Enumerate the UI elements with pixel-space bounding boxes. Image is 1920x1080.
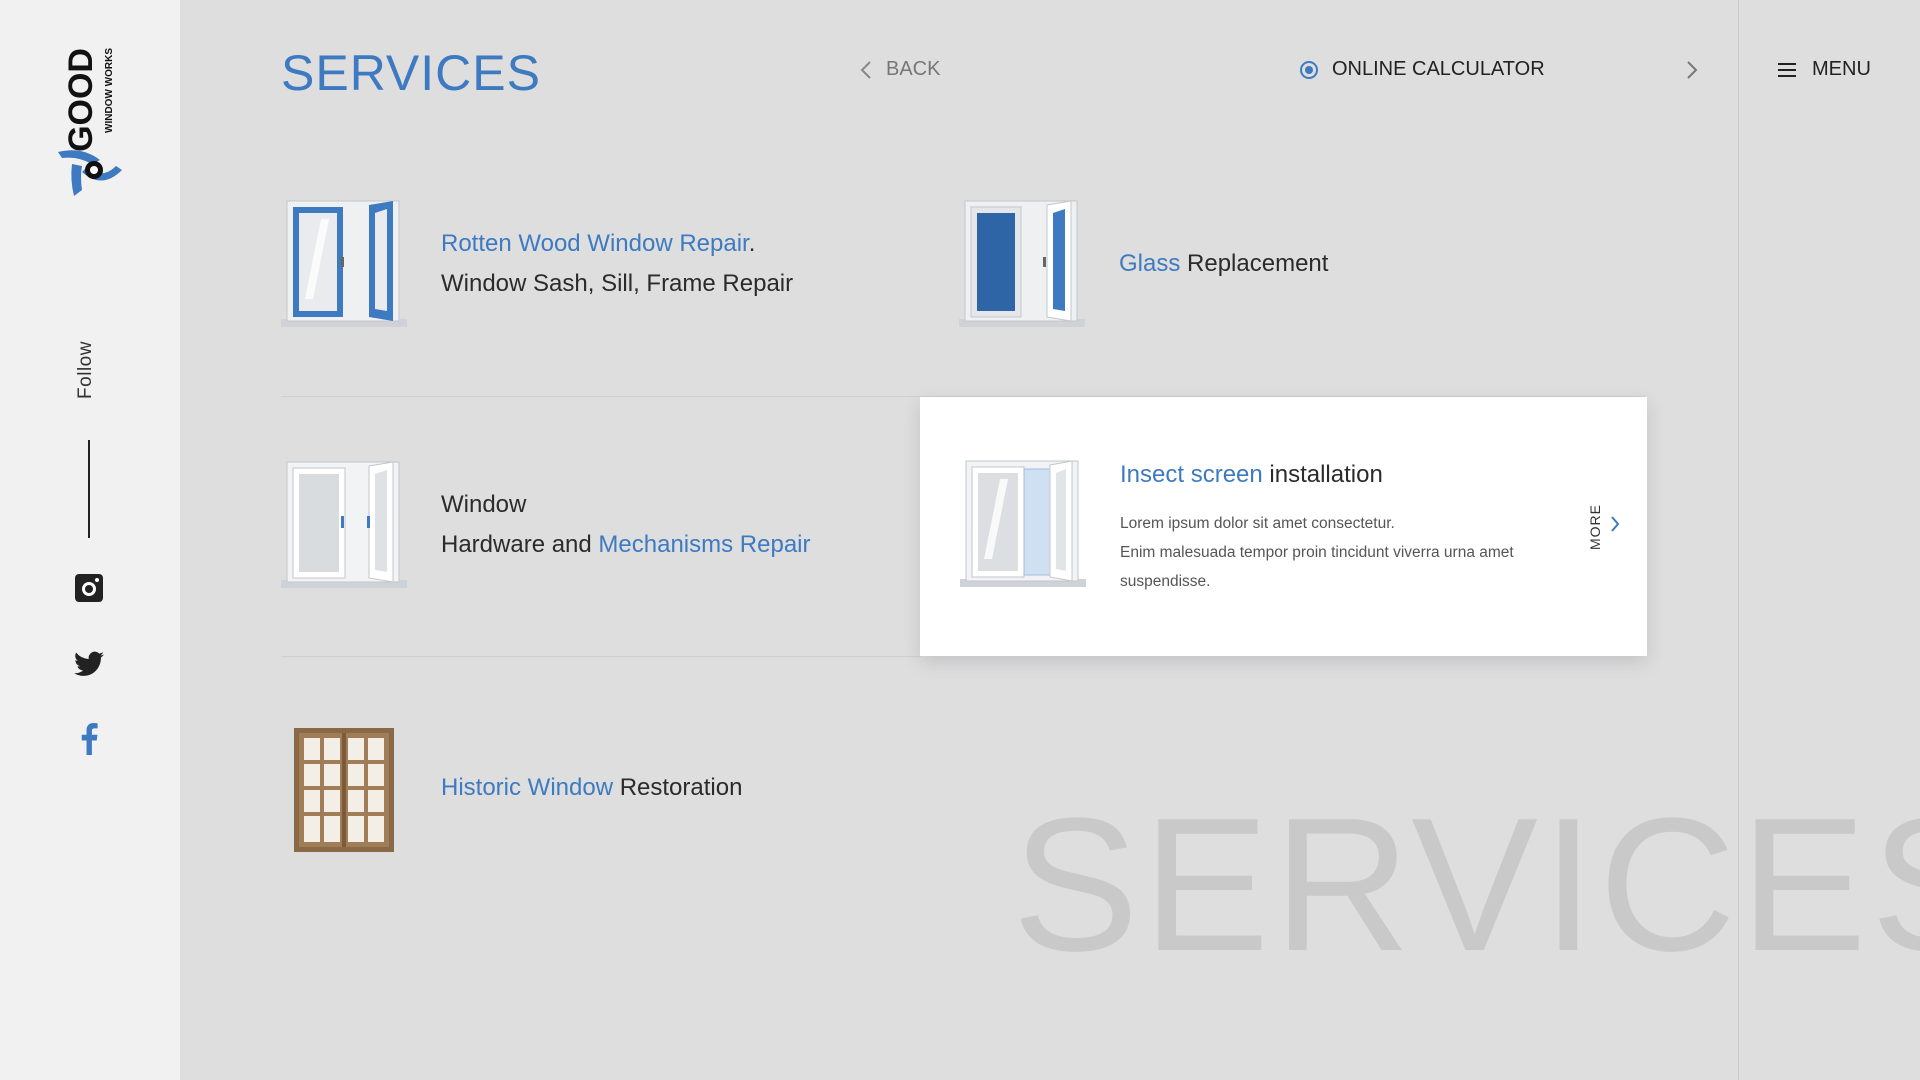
window-image bbox=[959, 200, 1085, 327]
service-hardware-repair[interactable]: Window Hardware and Mechanisms Repair bbox=[281, 460, 811, 590]
hamburger-icon bbox=[1778, 62, 1796, 77]
chevron-left-icon bbox=[860, 60, 871, 79]
brand-name: GOOD bbox=[62, 48, 100, 152]
next-button[interactable] bbox=[1686, 60, 1698, 85]
follow-divider bbox=[88, 440, 90, 538]
chevron-right-icon bbox=[1687, 61, 1698, 79]
menu-button[interactable]: MENU bbox=[1778, 58, 1871, 81]
window-image bbox=[294, 728, 394, 852]
service-title-line1: Window bbox=[441, 491, 527, 518]
radio-icon bbox=[1300, 60, 1318, 79]
service-title-accent: Mechanisms Repair bbox=[598, 531, 811, 558]
service-title-accent: Rotten Wood Window Repair bbox=[441, 230, 749, 257]
online-calculator-label: ONLINE CALCULATOR bbox=[1332, 58, 1545, 80]
row-divider bbox=[281, 656, 921, 657]
window-image bbox=[281, 200, 407, 327]
window-image bbox=[960, 460, 1086, 587]
instagram-icon[interactable] bbox=[73, 572, 105, 604]
more-button[interactable]: MORE bbox=[1576, 497, 1636, 557]
service-title-plain: Replacement bbox=[1180, 250, 1329, 277]
brand-tagline: WINDOW WORKS bbox=[104, 48, 115, 133]
brand-logo[interactable]: GOOD WINDOW WORKS bbox=[52, 40, 128, 200]
follow-label-wrap: Follow bbox=[66, 340, 106, 400]
back-label: BACK bbox=[886, 58, 941, 80]
menu-label: MENU bbox=[1812, 58, 1871, 80]
service-title-accent: Historic Window bbox=[441, 774, 614, 801]
facebook-icon[interactable] bbox=[73, 723, 105, 755]
service-title: Window Hardware and Mechanisms Repair bbox=[441, 485, 811, 565]
service-glass-replacement[interactable]: Glass Replacement bbox=[959, 199, 1328, 329]
chevron-right-icon bbox=[1611, 516, 1620, 532]
service-card-insect-screen[interactable]: Insect screen installation Lorem ipsum d… bbox=[920, 397, 1647, 656]
twitter-icon[interactable] bbox=[73, 648, 105, 680]
service-title-plain: Hardware and bbox=[441, 531, 599, 558]
service-description-line2: Enim malesuada tempor proin tincidunt vi… bbox=[1120, 544, 1514, 590]
page-title: SERVICES bbox=[281, 45, 541, 101]
online-calculator-button[interactable]: ONLINE CALCULATOR bbox=[1300, 58, 1545, 81]
service-subtitle: Window Sash, Sill, Frame Repair bbox=[441, 270, 794, 297]
service-title-accent: Insect screen bbox=[1120, 461, 1263, 488]
service-title-plain: Restoration bbox=[613, 774, 743, 801]
follow-label: Follow bbox=[75, 341, 96, 399]
service-title: Glass Replacement bbox=[1119, 244, 1328, 284]
service-title-accent: Glass bbox=[1119, 250, 1181, 277]
service-description: Lorem ipsum dolor sit amet consectetur. … bbox=[1120, 509, 1560, 596]
service-title: Rotten Wood Window Repair. Window Sash, … bbox=[441, 224, 793, 304]
sidebar: GOOD WINDOW WORKS Follow bbox=[0, 0, 180, 1080]
service-title-plain: . bbox=[748, 230, 756, 257]
background-word: SERVICES bbox=[1012, 779, 1920, 991]
service-title: Insect screen installation bbox=[1120, 461, 1383, 489]
service-description-line1: Lorem ipsum dolor sit amet consectetur. bbox=[1120, 515, 1395, 532]
service-title-plain: installation bbox=[1262, 461, 1383, 488]
service-title: Historic Window Restoration bbox=[441, 768, 742, 808]
service-historic-restoration[interactable]: Historic Window Restoration bbox=[281, 723, 742, 853]
more-label: MORE bbox=[1587, 504, 1603, 550]
window-image bbox=[281, 461, 407, 588]
service-rotten-wood-repair[interactable]: Rotten Wood Window Repair. Window Sash, … bbox=[281, 199, 793, 329]
back-button[interactable]: BACK bbox=[860, 58, 940, 81]
